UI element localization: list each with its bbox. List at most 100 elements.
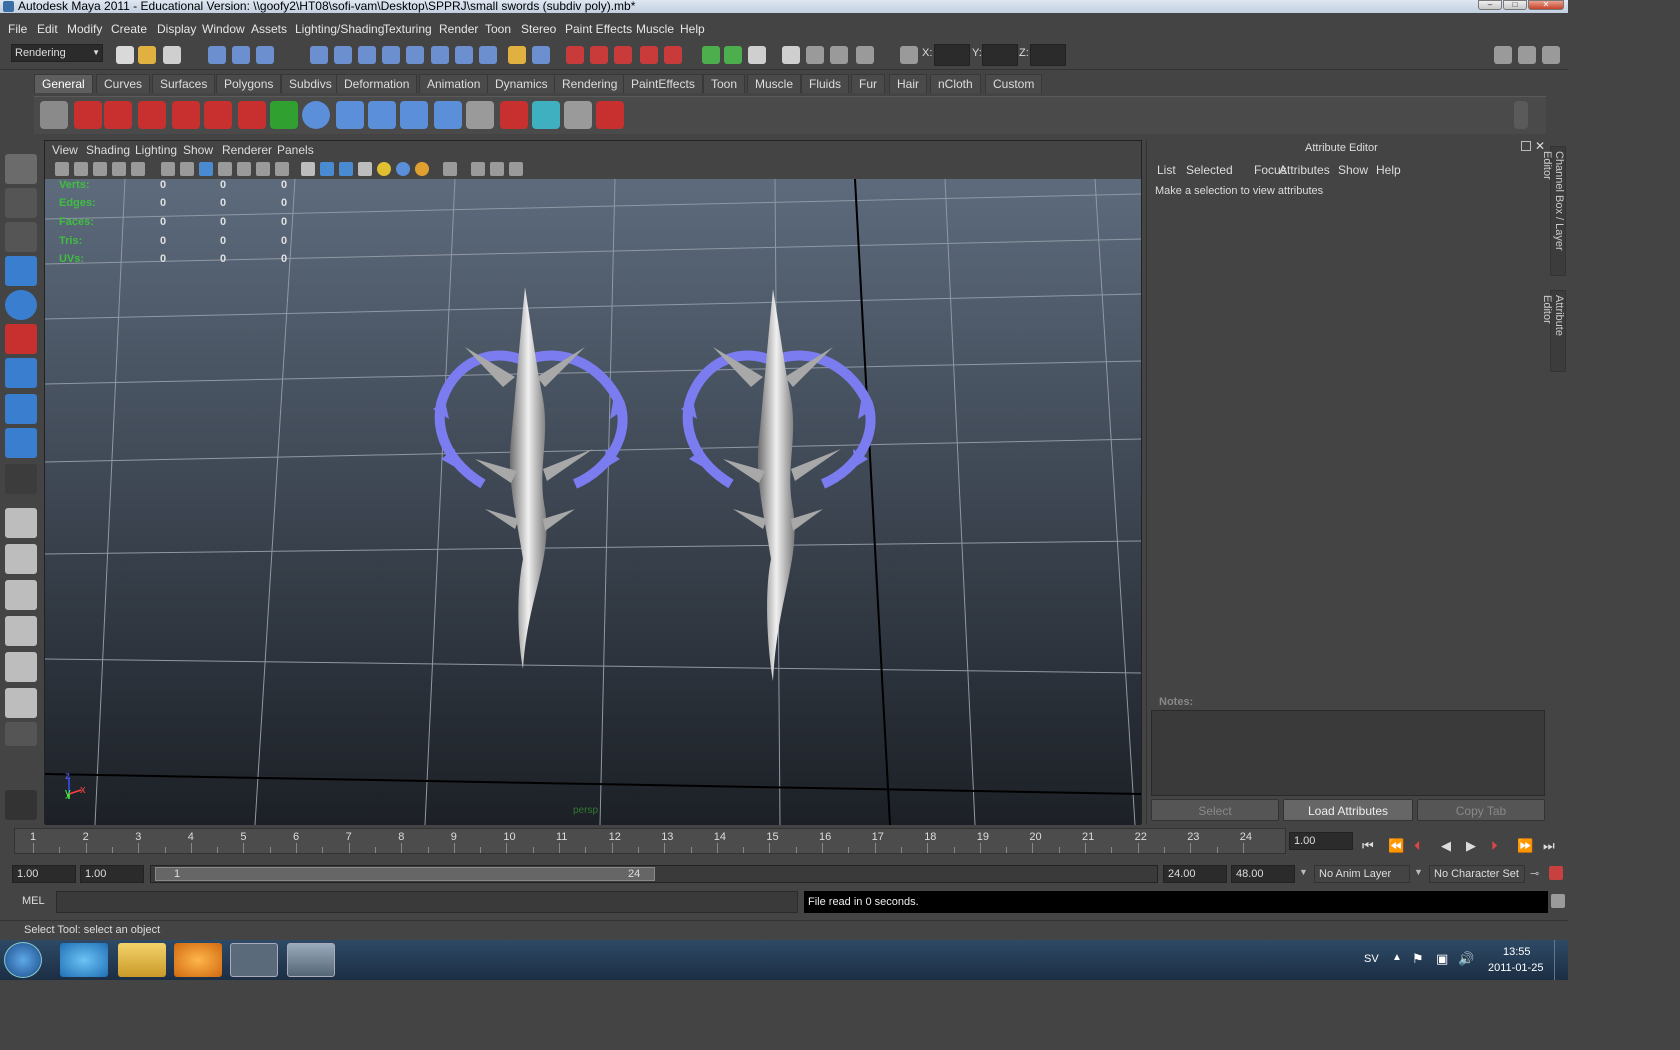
select-component-icon[interactable] [256,46,274,64]
menu-display[interactable]: Display [157,22,196,36]
graph-editor-icon[interactable] [830,46,848,64]
maximize-button[interactable]: □ [1503,0,1527,10]
close-button[interactable]: ✕ [1528,0,1564,10]
step-forward-key-icon[interactable]: ⏵ [1491,838,1498,854]
vp-menu-renderer[interactable]: Renderer [222,143,272,157]
select-highlight-icon[interactable] [532,46,550,64]
ae-menu-list[interactable]: List [1157,163,1176,177]
group-icon[interactable] [336,101,364,129]
menu-render[interactable]: Render [439,22,478,36]
safe-action-icon[interactable] [256,162,270,176]
play-backwards-icon[interactable]: ◀ [1441,838,1451,854]
menu-window[interactable]: Window [202,22,245,36]
outliner-shelf-icon[interactable] [466,101,494,129]
hypershade-persp-icon[interactable] [5,652,37,682]
last-tool-icon[interactable] [5,464,37,494]
show-attribute-editor-icon[interactable] [1494,46,1512,64]
playback-end-field[interactable]: 24.00 [1163,865,1227,883]
network-icon[interactable]: ▣ [1436,951,1448,967]
redo-icon[interactable] [270,101,298,129]
question-icon[interactable] [74,101,102,129]
show-channel-box-icon[interactable] [1542,46,1560,64]
clock-time[interactable]: 13:55 [1503,946,1531,958]
hypergraph-icon[interactable] [856,46,874,64]
tab-polygons[interactable]: Polygons [216,74,282,93]
attribute-editor-tab[interactable]: Attribute Editor [1541,290,1566,372]
isolate-select-icon[interactable] [443,162,457,176]
chevron-down-icon[interactable]: ▼ [1414,867,1423,877]
vp-menu-view[interactable]: View [52,143,78,157]
show-manipulator-icon[interactable] [5,428,37,458]
menu-edit[interactable]: Edit [37,22,58,36]
time-slider[interactable]: 1 2 3 4 5 6 7 8 9 10 11 12 13 14 15 16 17 18 19 20 21 22 23 24 … [0,826,1568,858]
file-explorer-icon[interactable] [118,943,166,977]
animation-end-field[interactable]: 48.00 [1231,865,1295,883]
tab-hair[interactable]: Hair [889,74,928,93]
xray-joints-icon[interactable] [490,162,504,176]
safe-title-icon[interactable] [275,162,289,176]
clock-date[interactable]: 2011-01-25 [1488,962,1543,974]
image-plane-icon[interactable] [112,162,126,176]
persp-graph-hypergraph-icon[interactable] [5,688,37,718]
step-back-frame-icon[interactable]: ⏪ [1388,838,1404,854]
film-gate-icon[interactable] [180,162,194,176]
camera-attr-icon[interactable] [74,162,88,176]
tab-fluids[interactable]: Fluids [801,74,850,93]
share-icon[interactable] [509,162,523,176]
field-chart-icon[interactable] [237,162,251,176]
select-hierarchy-icon[interactable] [208,46,226,64]
show-hidden-icons-icon[interactable]: ▲ [1392,952,1402,963]
cube-icon[interactable] [532,101,560,129]
action-center-flag-icon[interactable]: ⚑ [1412,951,1424,967]
character-set-dropdown[interactable]: No Character Set [1429,865,1525,883]
menu-set-dropdown[interactable]: Rendering ▼ [11,44,103,62]
camera-aim-up-icon[interactable] [172,101,200,129]
vp-menu-panels[interactable]: Panels [277,143,314,157]
paint-taskbar-icon[interactable] [287,943,335,977]
lock-icon[interactable] [508,46,526,64]
panel-layout-icon[interactable] [748,46,766,64]
channel-box-tab[interactable]: Channel Box / Layer Editor [1541,146,1566,276]
film-reel-icon[interactable] [40,101,68,129]
x-field[interactable] [934,44,970,66]
script-editor-icon[interactable] [782,46,800,64]
tab-dynamics[interactable]: Dynamics [487,74,556,93]
outliner-persp-icon[interactable] [5,580,37,610]
sphere-icon[interactable] [302,101,330,129]
anim-layer-dropdown[interactable]: No Anim Layer [1314,865,1410,883]
open-scene-icon[interactable] [138,46,156,64]
volume-icon[interactable]: 🔊 [1458,951,1474,967]
select-tool-icon[interactable] [5,154,37,184]
outliner-icon[interactable] [806,46,824,64]
command-input[interactable] [56,891,798,913]
help-icon[interactable] [479,46,497,64]
menu-muscle[interactable]: Muscle [636,22,674,36]
input-language[interactable]: SV [1364,953,1379,965]
camera-fly-icon[interactable] [204,101,232,129]
camera-aim-icon[interactable] [138,101,166,129]
go-to-end-icon[interactable]: ⏭ [1543,838,1555,854]
menu-modify[interactable]: Modify [67,22,102,36]
undo-icon[interactable] [238,101,266,129]
resolution-gate-icon[interactable] [199,162,213,176]
shadows-icon[interactable] [415,162,429,176]
playback-start-field[interactable]: 1.00 [80,865,144,883]
snap-plane-icon[interactable] [382,46,400,64]
select-button[interactable]: Select [1151,799,1279,821]
render-icon[interactable] [566,46,584,64]
hypershade-icon[interactable] [640,46,658,64]
parent-icon[interactable] [368,101,396,129]
tab-rendering[interactable]: Rendering [554,74,626,93]
hierarchy-icon[interactable] [434,101,462,129]
tab-custom[interactable]: Custom [985,74,1043,93]
tab-curves[interactable]: Curves [96,74,151,93]
load-attributes-button[interactable]: Load Attributes [1283,799,1413,821]
tab-surfaces[interactable]: Surfaces [152,74,216,93]
paint-select-tool-icon[interactable] [5,222,37,252]
grid-icon[interactable] [161,162,175,176]
shelf-scroll-icon[interactable] [1514,101,1528,129]
rotate-tool-icon[interactable] [5,290,37,320]
tab-deformation[interactable]: Deformation [336,74,418,93]
viewport-panel[interactable]: View Shading Lighting Show Renderer Pane… [44,140,1142,826]
tab-toon[interactable]: Toon [703,74,746,93]
